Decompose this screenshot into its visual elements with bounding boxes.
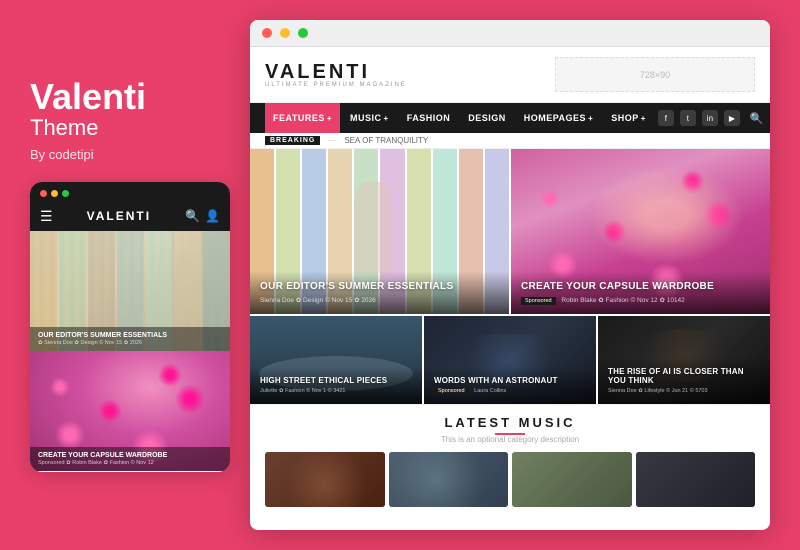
mobile-article-2-meta: Sponsored ✿ Robin Blake ✿ Fashion © Nov … (38, 460, 222, 466)
top-row: OUR EDITOR'S SUMMER ESSENTIALS Sienna Do… (250, 149, 770, 314)
nav-features[interactable]: FEATURES + (265, 103, 340, 133)
dot-green (62, 190, 69, 197)
site-logo-text: VALENTI (265, 62, 407, 82)
mobile-content: OUR EDITOR'S SUMMER ESSENTIALS ✿ Sienna … (30, 231, 230, 471)
grid-item-3-overlay: HIGH STREET ETHICAL PIECES Juliette ✿ Fa… (250, 366, 422, 404)
instagram-icon[interactable]: in (702, 110, 718, 126)
mobile-article-1-title: OUR EDITOR'S SUMMER ESSENTIALS (38, 332, 222, 339)
mobile-logo: VALENTI (61, 209, 178, 223)
latest-music-desc: This is an optional category description (265, 435, 755, 444)
grid-item-4[interactable]: WORDS WITH AN ASTRONAUT Sponsored Laura … (422, 316, 596, 404)
mobile-nav: ☰ VALENTI 🔍 👤 (30, 202, 230, 231)
music-grid (265, 452, 755, 507)
grid-section: OUR EDITOR'S SUMMER ESSENTIALS Sienna Do… (250, 149, 770, 404)
browser-chrome (250, 20, 770, 47)
nav-bar: FEATURES + MUSIC + FASHION DESIGN HOMEPA… (250, 103, 770, 133)
grid-item-2-title: CREATE YOUR CAPSULE WARDROBE (521, 281, 760, 293)
music-item-3[interactable] (512, 452, 632, 507)
grid-item-2-meta: Sponsored Robin Blake ✿ Fashion © Nov 12… (521, 296, 760, 304)
brand-title: Valenti (30, 79, 230, 115)
site-header: VALENTI ULTIMATE PREMIUM MAGAZINE 728×90 (250, 47, 770, 103)
nav-homepages[interactable]: HOMEPAGES + (516, 103, 602, 133)
mobile-article-1-overlay: OUR EDITOR'S SUMMER ESSENTIALS ✿ Sienna … (30, 327, 230, 351)
brand-by: By codetipi (30, 147, 230, 162)
grid-item-5[interactable]: THE RISE OF AI IS CLOSER THAN YOU THINK … (596, 316, 770, 404)
hamburger-icon[interactable]: ☰ (40, 208, 53, 225)
grid-item-4-meta: Sponsored Laura Collins (434, 388, 586, 394)
music-item-1[interactable] (265, 452, 385, 507)
browser-dot-yellow (280, 28, 290, 38)
facebook-icon[interactable]: f (658, 110, 674, 126)
grid-item-5-title: THE RISE OF AI IS CLOSER THAN YOU THINK (608, 367, 760, 386)
browser-dot-green (298, 28, 308, 38)
music-item-2[interactable] (389, 452, 509, 507)
nav-util-icons: 🔍 👤 (750, 112, 770, 125)
grid-item-3[interactable]: HIGH STREET ETHICAL PIECES Juliette ✿ Fa… (250, 316, 422, 404)
mobile-article-2: CREATE YOUR CAPSULE WARDROBE Sponsored ✿… (30, 351, 230, 471)
mobile-article-1: OUR EDITOR'S SUMMER ESSENTIALS ✿ Sienna … (30, 231, 230, 351)
breaking-text: SEA OF TRANQUILITY (344, 136, 428, 145)
breaking-label: BREAKING (265, 136, 320, 145)
latest-music-section: LATEST MUSIC This is an optional categor… (250, 404, 770, 515)
grid-item-2[interactable]: CREATE YOUR CAPSULE WARDROBE Sponsored R… (509, 149, 770, 314)
social-icons: f t in ▶ (658, 110, 740, 126)
browser-dot-red (262, 28, 272, 38)
nav-fashion[interactable]: FASHION (399, 103, 459, 133)
browser-mockup: VALENTI ULTIMATE PREMIUM MAGAZINE 728×90… (250, 20, 770, 530)
mobile-article-1-meta: ✿ Sienna Doe ✿ Design © Nov 15 ✿ 2026 (38, 340, 222, 346)
youtube-icon[interactable]: ▶ (724, 110, 740, 126)
grid-item-5-overlay: THE RISE OF AI IS CLOSER THAN YOU THINK … (598, 357, 770, 404)
grid-item-5-meta: Sienna Doe ✿ Lifestyle © Jun 21 © 5703 (608, 388, 760, 394)
header-ad: 728×90 (555, 57, 755, 92)
music-item-4[interactable] (636, 452, 756, 507)
mobile-dots (30, 182, 230, 202)
bottom-row: HIGH STREET ETHICAL PIECES Juliette ✿ Fa… (250, 314, 770, 404)
nav-search-icon[interactable]: 🔍 (750, 112, 764, 125)
mobile-article-2-title: CREATE YOUR CAPSULE WARDROBE (38, 452, 222, 459)
dot-yellow (51, 190, 58, 197)
latest-music-title: LATEST MUSIC (265, 415, 755, 430)
user-icon[interactable]: 👤 (205, 209, 220, 223)
grid-item-1-overlay: OUR EDITOR'S SUMMER ESSENTIALS Sienna Do… (250, 271, 509, 314)
grid-item-3-title: HIGH STREET ETHICAL PIECES (260, 376, 412, 386)
grid-item-3-meta: Juliette ✿ Fashion © Nov 1 © 3421 (260, 388, 412, 394)
grid-item-1-title: OUR EDITOR'S SUMMER ESSENTIALS (260, 281, 499, 293)
grid-item-1[interactable]: OUR EDITOR'S SUMMER ESSENTIALS Sienna Do… (250, 149, 509, 314)
brand-subtitle: Theme (30, 115, 230, 141)
left-panel: Valenti Theme By codetipi ☰ VALENTI 🔍 👤 (30, 79, 230, 472)
site-logo-sub: ULTIMATE PREMIUM MAGAZINE (265, 82, 407, 88)
site-logo: VALENTI ULTIMATE PREMIUM MAGAZINE (265, 62, 407, 88)
search-icon[interactable]: 🔍 (185, 209, 200, 223)
breaking-dash: — (328, 136, 336, 145)
mobile-nav-icons: 🔍 👤 (185, 209, 220, 223)
nav-music[interactable]: MUSIC + (342, 103, 397, 133)
grid-item-1-meta: Sienna Doe ✿ Design © Nov 15 ✿ 2026 (260, 296, 499, 304)
sponsored-badge: Sponsored (521, 297, 556, 305)
nav-design[interactable]: DESIGN (460, 103, 514, 133)
grid-item-2-overlay: CREATE YOUR CAPSULE WARDROBE Sponsored R… (511, 271, 770, 314)
twitter-icon[interactable]: t (680, 110, 696, 126)
dot-red (40, 190, 47, 197)
grid-item-4-overlay: WORDS WITH AN ASTRONAUT Sponsored Laura … (424, 366, 596, 404)
nav-shop[interactable]: SHOP + (603, 103, 654, 133)
breaking-bar: BREAKING — SEA OF TRANQUILITY (250, 133, 770, 149)
grid-item-4-title: WORDS WITH AN ASTRONAUT (434, 376, 586, 386)
mobile-mockup: ☰ VALENTI 🔍 👤 (30, 182, 230, 472)
mobile-article-2-overlay: CREATE YOUR CAPSULE WARDROBE Sponsored ✿… (30, 447, 230, 471)
